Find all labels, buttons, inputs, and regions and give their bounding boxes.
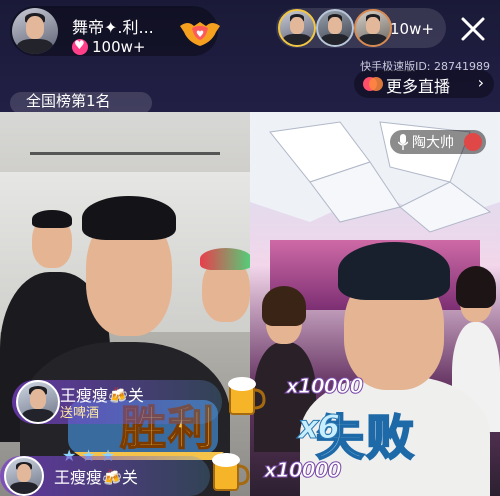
gift-action: 送啤酒: [60, 406, 100, 421]
close-icon[interactable]: [458, 14, 488, 44]
side-person: [198, 244, 250, 364]
gift-sender-name: 王瘦瘦🍻关: [54, 468, 138, 487]
viewer-avatar[interactable]: [354, 9, 392, 47]
beer-mug-icon: [228, 377, 266, 415]
beer-mug-icon: [212, 453, 250, 491]
anchor-avatar[interactable]: [12, 8, 58, 54]
gift-combo-count: x10000: [285, 374, 363, 399]
likes-count: 100w+: [92, 38, 146, 56]
right-streamer-tag[interactable]: 陶大帅: [390, 130, 486, 154]
viewer-avatar[interactable]: [316, 9, 354, 47]
more-live-icon: [363, 77, 383, 91]
rank-label: 全国榜第1名: [26, 92, 111, 110]
mic-muted-icon[interactable]: [464, 133, 482, 151]
x6-combo: x6: [298, 408, 341, 447]
gift-sender-avatar[interactable]: [4, 456, 44, 496]
more-live-label: 更多直播: [386, 77, 451, 96]
heart-icon: [72, 38, 88, 55]
microphone-icon: [398, 134, 408, 150]
anchor-likes: 100w+: [72, 38, 145, 56]
rank-badge[interactable]: 全国榜第1名: [10, 92, 152, 114]
right-streamer-name: 陶大帅: [412, 135, 454, 151]
gift-notification[interactable]: 王瘦瘦🍻关: [0, 456, 210, 496]
chevron-right-icon: ›: [477, 73, 484, 92]
fan-club-badge-icon[interactable]: ♥: [176, 18, 224, 48]
viewer-count[interactable]: 10w+: [390, 20, 434, 38]
viewer-avatar[interactable]: [278, 9, 316, 47]
more-live-button[interactable]: 更多直播 ›: [354, 70, 494, 98]
svg-text:♥: ♥: [196, 30, 204, 40]
ceiling-light-fixture: [30, 116, 220, 155]
anchor-info-card[interactable]: 舞帝✦.利... 100w+ ♥: [10, 6, 220, 56]
gift-combo-count: x10000: [263, 458, 341, 483]
live-top-bar: 舞帝✦.利... 100w+ ♥ 10w+ 快手极速版ID: 28741989: [0, 0, 500, 114]
gift-notification[interactable]: 王瘦瘦🍻关 送啤酒: [12, 380, 222, 424]
anchor-name: 舞帝✦.利...: [72, 18, 154, 37]
gift-sender-avatar[interactable]: [16, 380, 60, 424]
